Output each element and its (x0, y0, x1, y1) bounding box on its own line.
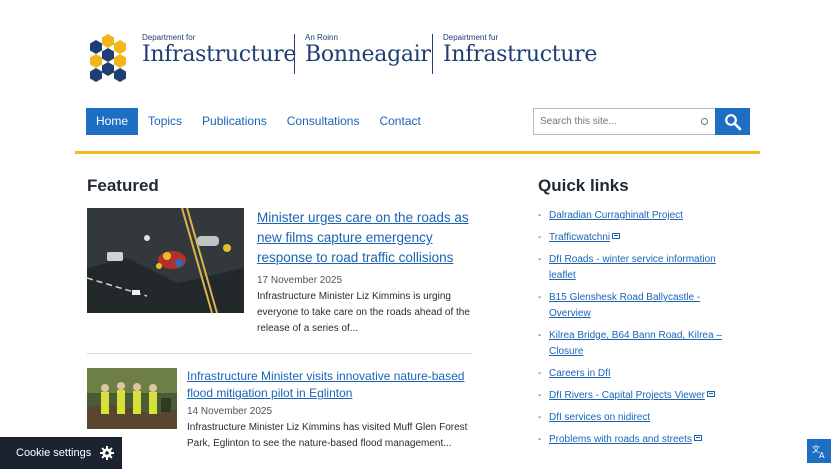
nav-item-consultations[interactable]: Consultations (277, 108, 370, 135)
logo-text-irish[interactable]: An Roinn Bonneagair (294, 33, 431, 74)
featured-article: Minister urges care on the roads as new … (87, 208, 472, 354)
search-input[interactable] (533, 108, 715, 135)
gear-icon (100, 446, 115, 460)
logo-small-text: An Roinn (305, 33, 338, 42)
logo-small-text: Department for (142, 33, 196, 42)
logo-small-text: Depairtment fur (443, 33, 499, 42)
quick-link-trafficwatchni[interactable]: Trafficwatchni (549, 232, 610, 243)
nav-item-contact[interactable]: Contact (369, 108, 430, 135)
svg-text:A: A (819, 451, 825, 459)
list-item: - DfI Rivers - Capital Projects Viewer (538, 388, 738, 404)
logo-big-text: Infrastructure (142, 42, 297, 67)
article-summary: Infrastructure Minister Liz Kimmins is u… (257, 291, 470, 334)
quick-link-winter-service[interactable]: DfI Roads - winter service information l… (549, 254, 716, 281)
quick-link-nidirect[interactable]: DfI services on nidirect (549, 412, 650, 423)
external-link-icon (612, 233, 621, 239)
article-text: Minister urges care on the roads as new … (257, 208, 472, 337)
site-search (533, 108, 750, 135)
article-date: 17 November 2025 (257, 275, 343, 286)
article-title-link[interactable]: Infrastructure Minister visits innovativ… (187, 368, 472, 402)
search-clear-icon[interactable] (701, 118, 708, 125)
nav-item-topics[interactable]: Topics (138, 108, 192, 135)
external-link-icon (693, 435, 702, 441)
featured-heading: Featured (87, 176, 159, 195)
quick-link-dalradian[interactable]: Dalradian Curraghinalt Project (549, 210, 683, 221)
quick-link-problems-roads[interactable]: Problems with roads and streets (549, 434, 692, 445)
main-nav: Home Topics Publications Consultations C… (86, 108, 431, 135)
list-item: - DfI services on nidirect (538, 412, 651, 423)
featured-article: Infrastructure Minister visits innovativ… (87, 368, 472, 469)
list-item: - B15 Glenshesk Road Ballycastle - Overvi… (538, 292, 701, 319)
quick-links-heading: Quick links (538, 176, 629, 195)
list-item: - Problems with roads and streets (538, 432, 738, 448)
quick-link-careers[interactable]: Careers in DfI (549, 368, 611, 379)
article-summary: Infrastructure Minister Liz Kimmins has … (187, 422, 468, 449)
article-date: 14 November 2025 (187, 406, 273, 417)
cookie-settings-label: Cookie settings (16, 447, 92, 459)
article-title-link[interactable]: Minister urges care on the roads as new … (257, 208, 472, 268)
department-logo-icon[interactable] (88, 32, 132, 82)
header-divider (75, 151, 760, 154)
article-image-flood-pilot[interactable] (87, 368, 177, 429)
list-item: - DfI Roads - winter service information … (538, 254, 716, 281)
article-image-road-collision[interactable] (87, 208, 244, 313)
quick-link-rivers-viewer[interactable]: DfI Rivers - Capital Projects Viewer (549, 390, 705, 401)
article-text: Infrastructure Minister visits innovativ… (187, 368, 472, 452)
list-item: - Careers in DfI (538, 368, 611, 379)
logo-big-text: Bonneagair (305, 42, 431, 67)
site-header: Department for Infrastructure An Roinn B… (0, 0, 835, 100)
nav-item-home[interactable]: Home (86, 108, 139, 135)
quick-link-b15-glenshesk[interactable]: B15 Glenshesk Road Ballycastle - Overvie… (549, 292, 700, 319)
search-button[interactable] (715, 108, 750, 135)
logo-text-english[interactable]: Department for Infrastructure (132, 28, 296, 78)
translate-icon: 文 A (812, 444, 825, 459)
logo-big-text: Infrastructure (443, 42, 598, 67)
quick-link-kilrea-bridge[interactable]: Kilrea Bridge, B64 Bann Road, Kilrea – C… (549, 330, 722, 357)
list-item: - Dalradian Curraghinalt Project (538, 210, 683, 221)
quick-links-list: - Dalradian Curraghinalt Project - Traffic… (538, 208, 738, 454)
external-link-icon (706, 391, 715, 397)
search-icon (724, 113, 741, 130)
logo-text-ulster-scots[interactable]: Depairtment fur Infrastructure (432, 33, 602, 74)
list-item: - Trafficwatchni (538, 230, 738, 246)
translate-button[interactable]: 文 A (807, 439, 831, 463)
nav-item-publications[interactable]: Publications (192, 108, 277, 135)
cookie-settings-button[interactable]: Cookie settings (0, 437, 122, 469)
list-item: - Kilrea Bridge, B64 Bann Road, Kilrea – … (538, 330, 722, 357)
